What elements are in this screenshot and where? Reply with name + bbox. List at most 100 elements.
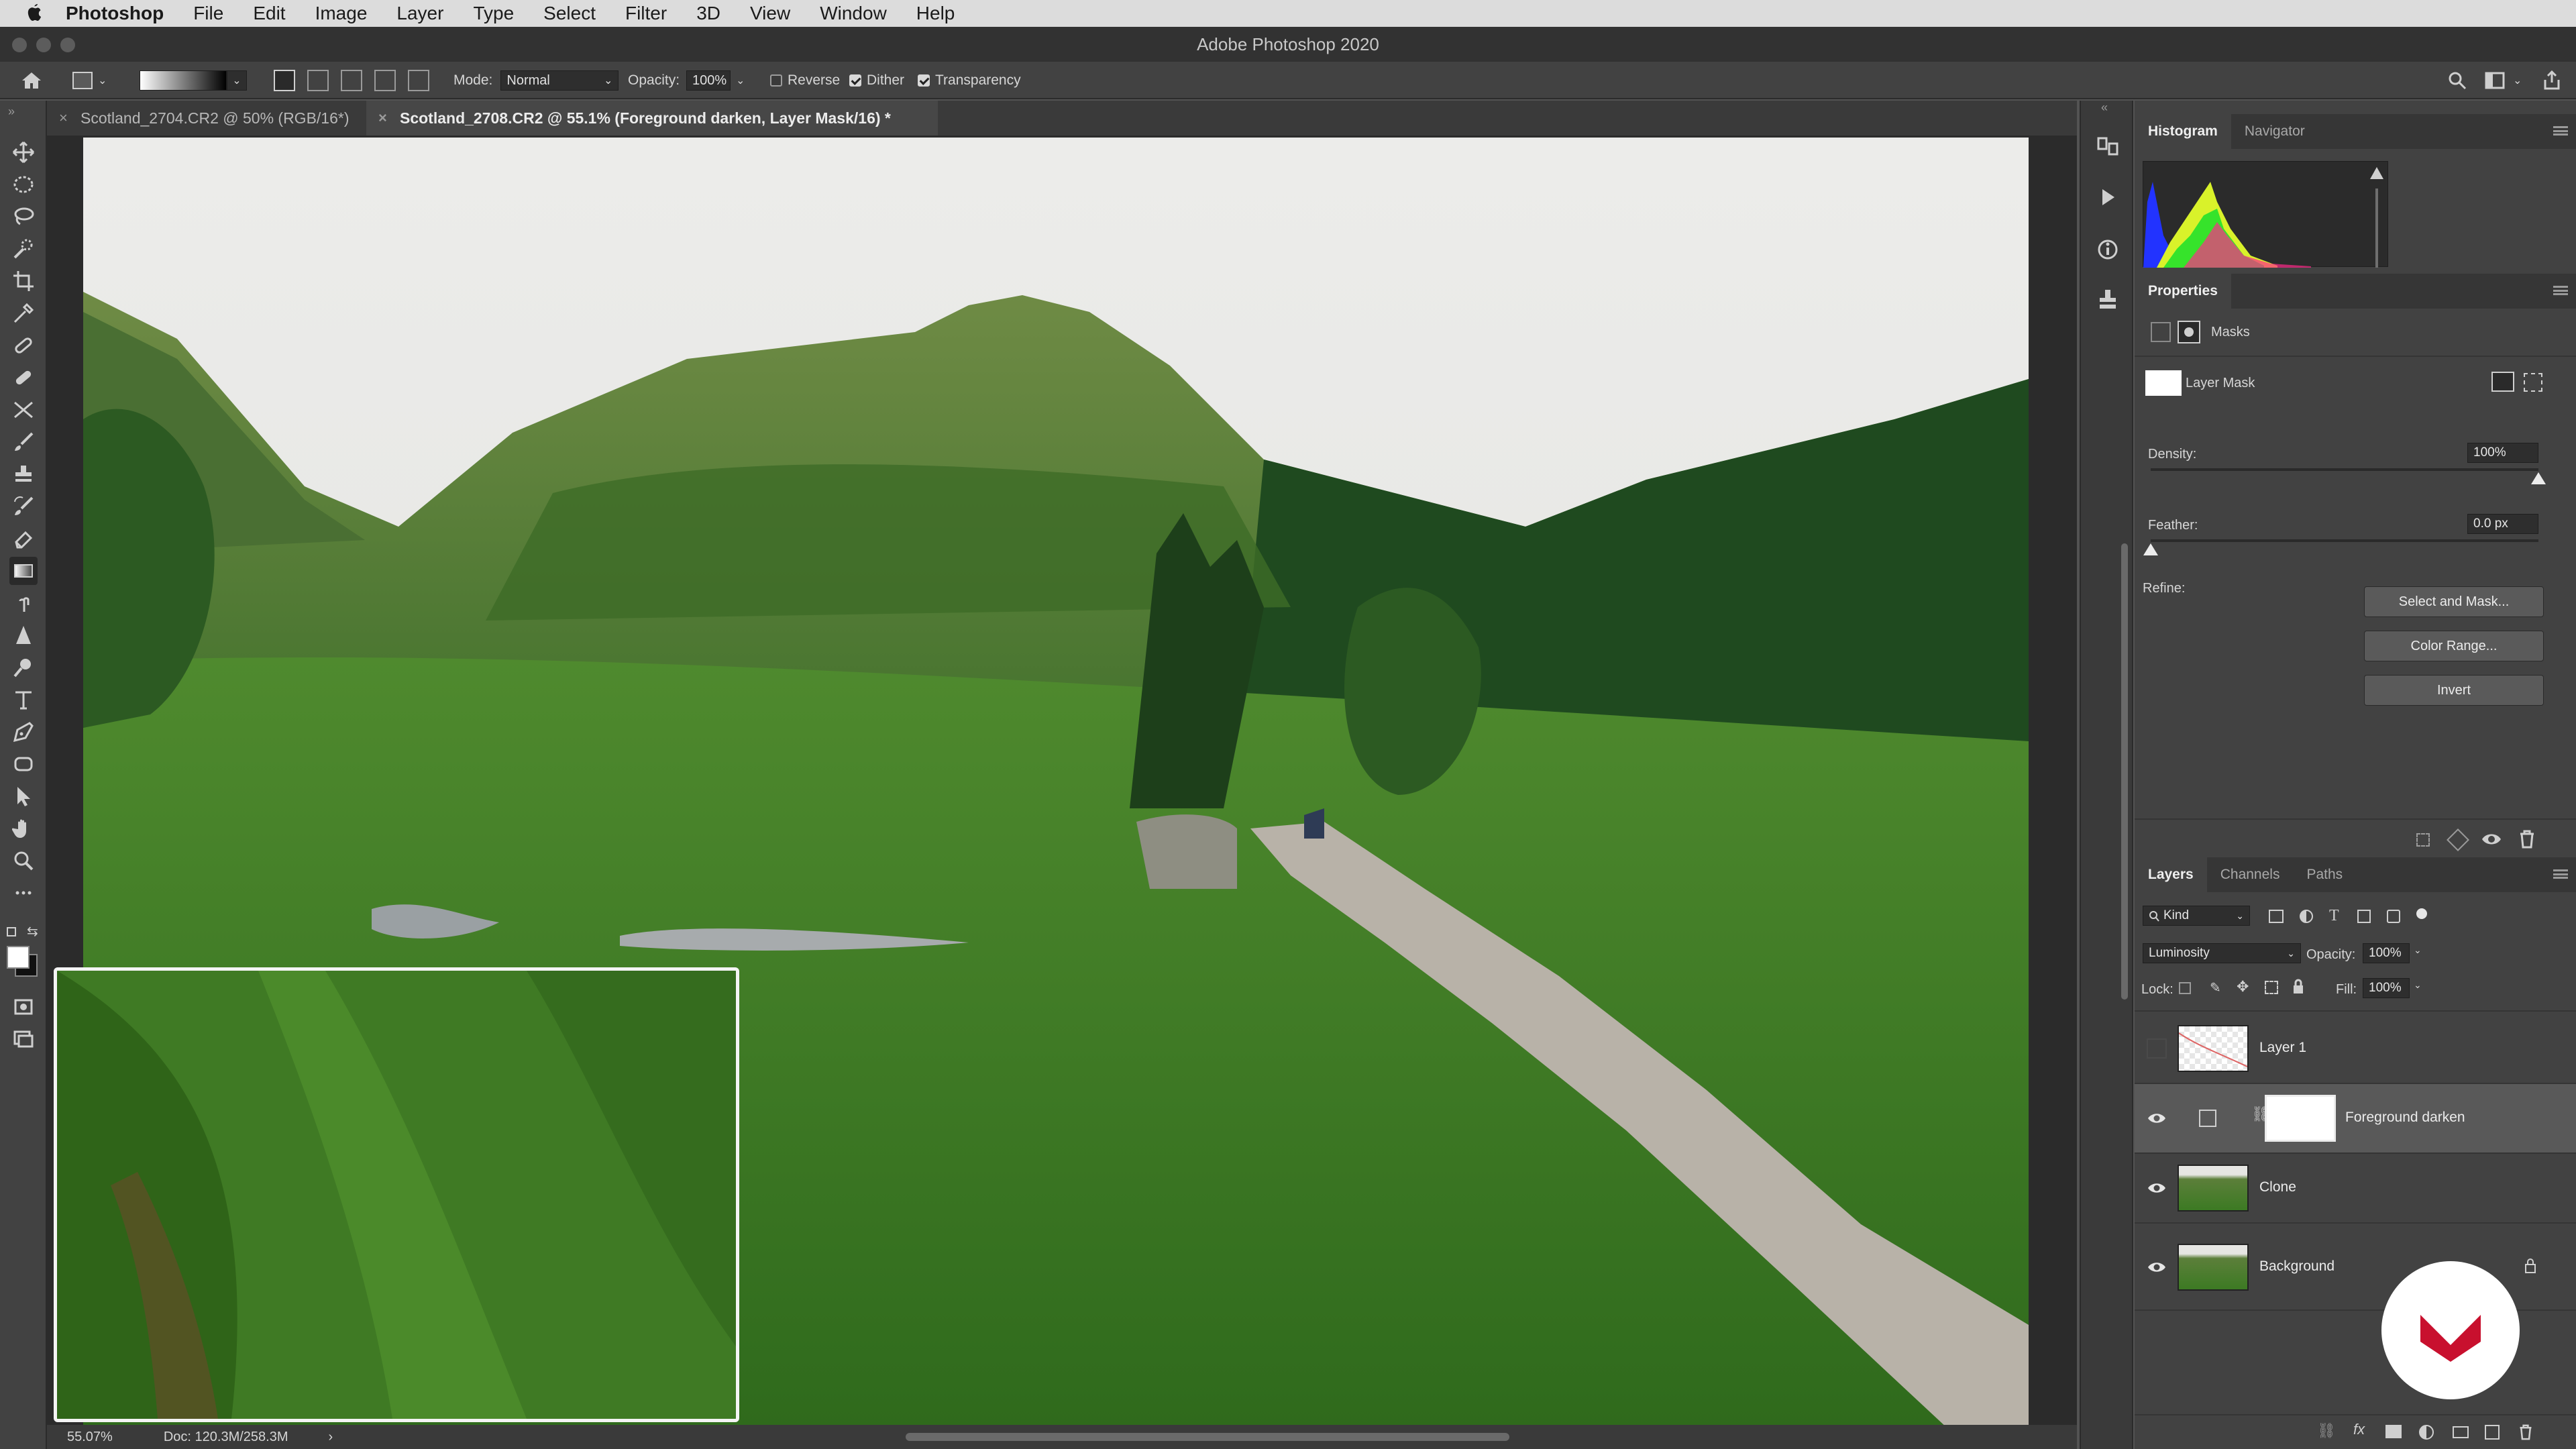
zoom-tool[interactable]: [9, 847, 38, 875]
lock-pixels-icon[interactable]: ✎: [2210, 979, 2221, 996]
density-slider-thumb[interactable]: [2531, 472, 2546, 484]
tab-navigator[interactable]: Navigator: [2231, 114, 2318, 149]
feather-field[interactable]: 0.0 px: [2467, 514, 2538, 534]
reflected-gradient-icon[interactable]: [374, 70, 396, 91]
tab-paths[interactable]: Paths: [2293, 857, 2356, 892]
menu-image[interactable]: Image: [315, 3, 368, 24]
chevron-down-icon[interactable]: ⌄: [736, 74, 745, 87]
apply-vector-mask-icon[interactable]: [2524, 373, 2542, 392]
smudge-tool[interactable]: [9, 589, 38, 617]
opacity-field[interactable]: 100%: [686, 70, 731, 91]
transparency-checkbox[interactable]: Transparency: [918, 62, 1021, 99]
screen-mode-button[interactable]: [9, 1025, 38, 1053]
new-layer-icon[interactable]: [2485, 1425, 2500, 1440]
filter-shape-icon[interactable]: [2357, 910, 2371, 923]
eye-icon[interactable]: [2147, 1108, 2167, 1128]
gradient-picker[interactable]: ⌄: [140, 62, 247, 99]
feather-slider-track[interactable]: [2151, 539, 2538, 542]
default-colors-icon[interactable]: [7, 927, 16, 936]
lasso-tool[interactable]: [9, 203, 38, 231]
linear-gradient-icon[interactable]: [274, 70, 295, 91]
fx-icon[interactable]: fx: [2353, 1421, 2365, 1438]
history-brush-tool[interactable]: [9, 492, 38, 521]
dodge-tool[interactable]: [9, 653, 38, 682]
filter-toggle-icon[interactable]: [2416, 908, 2427, 919]
collapse-panel-icon[interactable]: «: [2101, 101, 2108, 115]
type-tool[interactable]: [9, 686, 38, 714]
new-group-icon[interactable]: [2453, 1426, 2469, 1438]
blend-mode-dropdown[interactable]: Luminosity ⌄: [2143, 943, 2301, 963]
menu-edit[interactable]: Edit: [253, 3, 285, 24]
sharpen-tool[interactable]: [9, 621, 38, 649]
tab-properties[interactable]: Properties: [2135, 274, 2231, 309]
quick-selection-tool[interactable]: [9, 235, 38, 263]
info-icon[interactable]: [2093, 235, 2123, 264]
menu-filter[interactable]: Filter: [625, 3, 667, 24]
apply-mask-icon[interactable]: [2447, 828, 2469, 851]
filter-pixel-icon[interactable]: [2269, 910, 2284, 923]
edit-toolbar-button[interactable]: [9, 879, 38, 907]
collapse-panel-icon[interactable]: »: [8, 105, 15, 119]
load-selection-icon[interactable]: [2416, 833, 2430, 847]
eyedropper-tool[interactable]: [9, 299, 38, 327]
layer-mask-thumbnail[interactable]: [2265, 1095, 2336, 1142]
move-tool[interactable]: [9, 138, 38, 166]
panel-menu-icon[interactable]: [2553, 869, 2568, 879]
menu-file[interactable]: File: [193, 3, 223, 24]
reverse-checkbox[interactable]: Reverse: [770, 62, 840, 99]
layer-filter-dropdown[interactable]: Kind ⌄: [2143, 906, 2250, 926]
layer-opacity-field[interactable]: 100%: [2363, 943, 2410, 963]
pen-tool[interactable]: [9, 718, 38, 746]
menu-view[interactable]: View: [750, 3, 790, 24]
menu-help[interactable]: Help: [916, 3, 955, 24]
shape-tool[interactable]: [9, 750, 38, 778]
crop-tool[interactable]: [9, 267, 38, 295]
share-button[interactable]: [2542, 62, 2561, 99]
layer-row-clone[interactable]: Clone: [2135, 1154, 2576, 1224]
swap-colors-icon[interactable]: ⇆: [27, 923, 38, 940]
history-panel-icon[interactable]: [2093, 131, 2123, 161]
filter-type-icon[interactable]: T: [2329, 907, 2339, 925]
menu-window[interactable]: Window: [820, 3, 887, 24]
filter-smart-object-icon[interactable]: [2387, 910, 2400, 923]
filter-adjustment-icon[interactable]: [2300, 910, 2313, 923]
close-tab-icon[interactable]: ×: [378, 109, 387, 127]
diamond-gradient-icon[interactable]: [408, 70, 429, 91]
hand-tool[interactable]: [9, 814, 38, 843]
close-window-button[interactable]: [12, 38, 27, 52]
fill-field[interactable]: 100%: [2363, 978, 2410, 998]
workspace-button[interactable]: ⌄: [2485, 62, 2522, 99]
zoom-level[interactable]: 55.07%: [67, 1430, 113, 1445]
angle-gradient-icon[interactable]: [341, 70, 362, 91]
brush-tool[interactable]: [9, 428, 38, 456]
quick-mask-button[interactable]: [9, 993, 38, 1021]
content-aware-move-tool[interactable]: [9, 396, 38, 424]
panel-menu-icon[interactable]: [2553, 126, 2568, 136]
lock-artboard-icon[interactable]: [2265, 981, 2278, 994]
search-button[interactable]: [2447, 62, 2467, 99]
close-tab-icon[interactable]: ×: [59, 109, 68, 127]
panel-menu-icon[interactable]: [2553, 286, 2568, 295]
foreground-color-swatch[interactable]: [7, 946, 30, 969]
vertical-scrollbar[interactable]: [2121, 543, 2128, 1000]
lock-position-icon[interactable]: ✥: [2237, 978, 2249, 996]
link-layers-icon[interactable]: ⛓: [2317, 1422, 2336, 1440]
chevron-down-icon[interactable]: ⌄: [2414, 945, 2422, 956]
horizontal-scrollbar[interactable]: [906, 1433, 1509, 1441]
document-tab-active[interactable]: × Scotland_2708.CR2 @ 55.1% (Foreground …: [366, 101, 938, 136]
tool-preset-picker[interactable]: ⌄: [72, 62, 107, 99]
tab-histogram[interactable]: Histogram: [2135, 114, 2231, 149]
path-selection-tool[interactable]: [9, 782, 38, 810]
menu-app-name[interactable]: Photoshop: [66, 3, 164, 24]
trash-icon[interactable]: [2518, 829, 2536, 849]
add-mask-icon[interactable]: [2385, 1425, 2402, 1438]
feather-slider-thumb[interactable]: [2143, 543, 2158, 555]
eye-icon[interactable]: [2147, 1257, 2167, 1277]
gradient-tool[interactable]: [9, 557, 38, 585]
delete-layer-icon[interactable]: [2518, 1424, 2533, 1441]
lock-all-icon[interactable]: [2292, 978, 2305, 996]
invert-button[interactable]: Invert: [2364, 675, 2544, 706]
chevron-down-icon[interactable]: ⌄: [2414, 979, 2422, 991]
eye-icon[interactable]: [2147, 1178, 2167, 1198]
menu-select[interactable]: Select: [543, 3, 596, 24]
